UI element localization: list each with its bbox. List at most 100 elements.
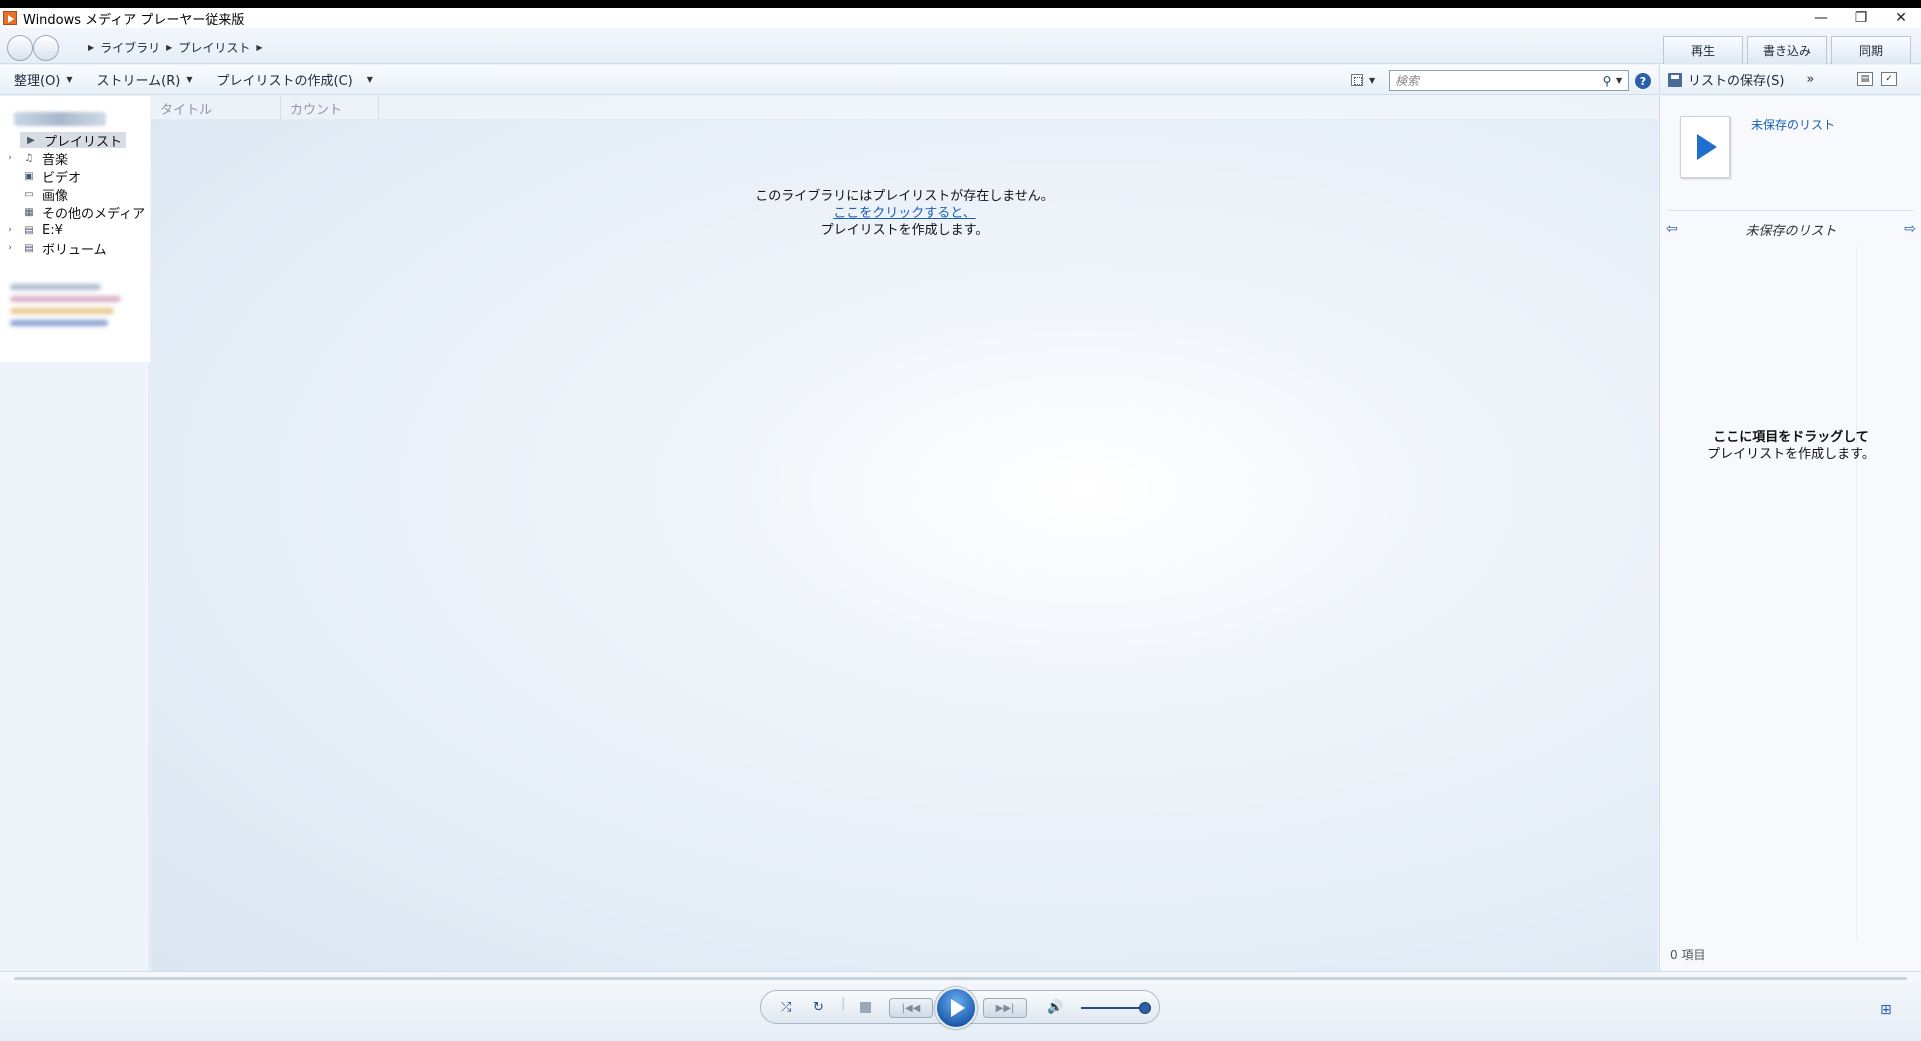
breadcrumb-arrow-icon[interactable]: ▶: [256, 43, 262, 52]
list-navigation: ⇦ 未保存のリスト ⇨: [1666, 220, 1916, 239]
arrow-right-icon[interactable]: ⇨: [1904, 221, 1916, 237]
shuffle-icon[interactable]: ⤮: [781, 1000, 791, 1015]
sidebar-item-label: 画像: [42, 188, 69, 204]
back-button[interactable]: [7, 35, 33, 61]
window-title: Windows メディア プレーヤー従来版: [23, 12, 245, 28]
volume-slider[interactable]: [1081, 1007, 1145, 1009]
item-count: 0 項目: [1670, 948, 1706, 962]
window-controls: — ❐ ✕: [1801, 8, 1921, 28]
media-player-app-icon: [3, 11, 17, 25]
tab-play[interactable]: 再生: [1663, 36, 1743, 64]
sidebar-item-label: その他のメディア: [42, 206, 146, 221]
tab-burn[interactable]: 書き込み: [1747, 36, 1827, 64]
breadcrumb-arrow-icon[interactable]: ▶: [166, 43, 172, 52]
breadcrumb-arrow-icon[interactable]: ▶: [88, 43, 94, 52]
stop-button[interactable]: [860, 1002, 871, 1013]
picture-icon: ▭: [24, 188, 34, 200]
sidebar-item-other-media[interactable]: ▦ その他のメディア: [16, 204, 150, 221]
breadcrumb: ▶ ライブラリ ▶ プレイリスト ▶: [82, 39, 269, 56]
tab-sync[interactable]: 同期: [1831, 36, 1911, 64]
drive-icon: ▤: [24, 242, 34, 254]
expand-arrow-icon[interactable]: ›: [4, 153, 16, 163]
list-options-icon[interactable]: ▤: [1857, 72, 1873, 86]
close-button[interactable]: ✕: [1881, 8, 1921, 28]
sidebar-item-label: 音楽: [42, 152, 69, 168]
empty-library-message: このライブラリにはプレイリストが存在しません。 ここをクリックすると、 プレイリ…: [151, 188, 1658, 239]
sidebar-item-label: ビデオ: [42, 170, 82, 186]
breadcrumb-playlist[interactable]: プレイリスト: [178, 39, 250, 56]
arrow-left-icon[interactable]: ⇦: [1666, 221, 1678, 237]
list-pane: 未保存のリスト ⇦ 未保存のリスト ⇨ ここに項目をドラッグして プレイリストを…: [1659, 96, 1921, 971]
create-playlist-label: プレイリストの作成(C): [216, 74, 353, 89]
column-headers: タイトル カウント: [151, 96, 1658, 120]
save-icon[interactable]: [1668, 72, 1682, 87]
expand-arrow-icon[interactable]: ›: [4, 225, 16, 235]
checklist-icon[interactable]: ✓: [1881, 72, 1897, 86]
stream-menu[interactable]: ストリーム(R) ▼: [97, 70, 193, 89]
stream-label: ストリーム(R): [96, 74, 181, 89]
history-buttons: [7, 35, 59, 61]
restore-button[interactable]: ❐: [1841, 8, 1881, 28]
chevron-down-icon: ▼: [1369, 75, 1376, 85]
repeat-icon[interactable]: ↻: [813, 1000, 824, 1015]
sidebar-item-music[interactable]: › ♫ 音楽: [0, 150, 69, 168]
expand-arrow-icon[interactable]: ›: [4, 243, 16, 253]
divider: [1856, 246, 1857, 940]
library-toolbar: 整理(O) ▼ ストリーム(R) ▼ プレイリストの作成(C) ▼ ▼ ⚲ ▼ …: [0, 65, 1658, 95]
drop-zone-message: ここに項目をドラッグして プレイリストを作成します。: [1660, 429, 1921, 463]
create-playlist-menu[interactable]: プレイリストの作成(C) ▼: [217, 70, 373, 89]
chevron-down-icon[interactable]: ▼: [1616, 76, 1628, 85]
title-bar: Windows メディア プレーヤー従来版 — ❐ ✕: [0, 8, 1921, 28]
chevron-down-icon: ▼: [366, 75, 373, 84]
speaker-icon[interactable]: 🔊: [1047, 1000, 1063, 1015]
volume-slider-thumb[interactable]: [1139, 1002, 1151, 1014]
minimize-button[interactable]: —: [1801, 8, 1841, 28]
play-button[interactable]: [935, 987, 977, 1029]
sidebar-item-video[interactable]: ▣ ビデオ: [16, 168, 82, 186]
music-note-icon: ♫: [24, 152, 34, 164]
view-options-button[interactable]: ▼: [1351, 72, 1377, 88]
column-header-title[interactable]: タイトル: [151, 96, 281, 120]
other-libraries-blurred: [10, 278, 140, 340]
create-playlist-link[interactable]: ここをクリックすると、: [151, 205, 1658, 222]
organize-menu[interactable]: 整理(O) ▼: [14, 70, 73, 89]
drop-message-line2: プレイリストを作成します。: [1707, 447, 1875, 462]
list-options: ▤ ✓: [1857, 72, 1897, 86]
view-options-icon: [1351, 74, 1363, 86]
screen-top-edge: [0, 0, 1921, 8]
other-media-icon: ▦: [24, 206, 34, 218]
organize-label: 整理(O): [14, 74, 61, 89]
playlist-thumbnail: [1680, 116, 1730, 178]
more-options-button[interactable]: »: [1806, 72, 1814, 87]
library-content: タイトル カウント このライブラリにはプレイリストが存在しません。 ここをクリッ…: [151, 96, 1658, 971]
play-icon: [951, 999, 965, 1017]
search-icon[interactable]: ⚲: [1598, 74, 1616, 88]
column-header-count[interactable]: カウント: [281, 96, 379, 120]
unsaved-list-link[interactable]: 未保存のリスト: [1751, 116, 1835, 133]
drive-icon: ▤: [24, 224, 34, 236]
sidebar-item-volume[interactable]: › ▤ ボリューム: [0, 240, 106, 258]
next-button[interactable]: ▶▶|: [983, 998, 1027, 1018]
search-input[interactable]: [1390, 71, 1598, 90]
sidebar-item-playlists[interactable]: ▶ プレイリスト: [20, 132, 127, 150]
drop-message-line1: ここに項目をドラッグして: [1713, 430, 1869, 445]
breadcrumb-library[interactable]: ライブラリ: [100, 39, 160, 56]
help-icon[interactable]: ?: [1635, 73, 1651, 89]
forward-button[interactable]: [33, 35, 59, 61]
save-list-button[interactable]: リストの保存(S): [1688, 70, 1784, 89]
previous-button[interactable]: |◀◀: [889, 998, 933, 1018]
search-box: ⚲ ▼: [1389, 70, 1629, 91]
video-icon: ▣: [24, 170, 34, 182]
navigation-pane: ▶ プレイリスト › ♫ 音楽 ▣ ビデオ ▭ 画像 ▦ その他のメディア › …: [0, 96, 150, 971]
switch-to-now-playing-icon[interactable]: ⊞: [1880, 1002, 1892, 1018]
user-library-blurred: [14, 112, 106, 126]
chevron-down-icon: ▼: [66, 75, 73, 84]
chevron-down-icon: ▼: [186, 75, 193, 84]
sidebar-item-drive-e[interactable]: › ▤ E:¥: [0, 222, 63, 238]
seek-bar[interactable]: [14, 977, 1907, 980]
sidebar-item-pictures[interactable]: ▭ 画像: [16, 186, 69, 204]
mode-tabs: 再生 書き込み 同期: [1663, 36, 1911, 64]
navigation-tree: ▶ プレイリスト › ♫ 音楽 ▣ ビデオ ▭ 画像 ▦ その他のメディア › …: [0, 96, 150, 362]
sidebar-item-label: プレイリスト: [44, 134, 123, 150]
list-title: 未保存のリスト: [1745, 223, 1837, 239]
